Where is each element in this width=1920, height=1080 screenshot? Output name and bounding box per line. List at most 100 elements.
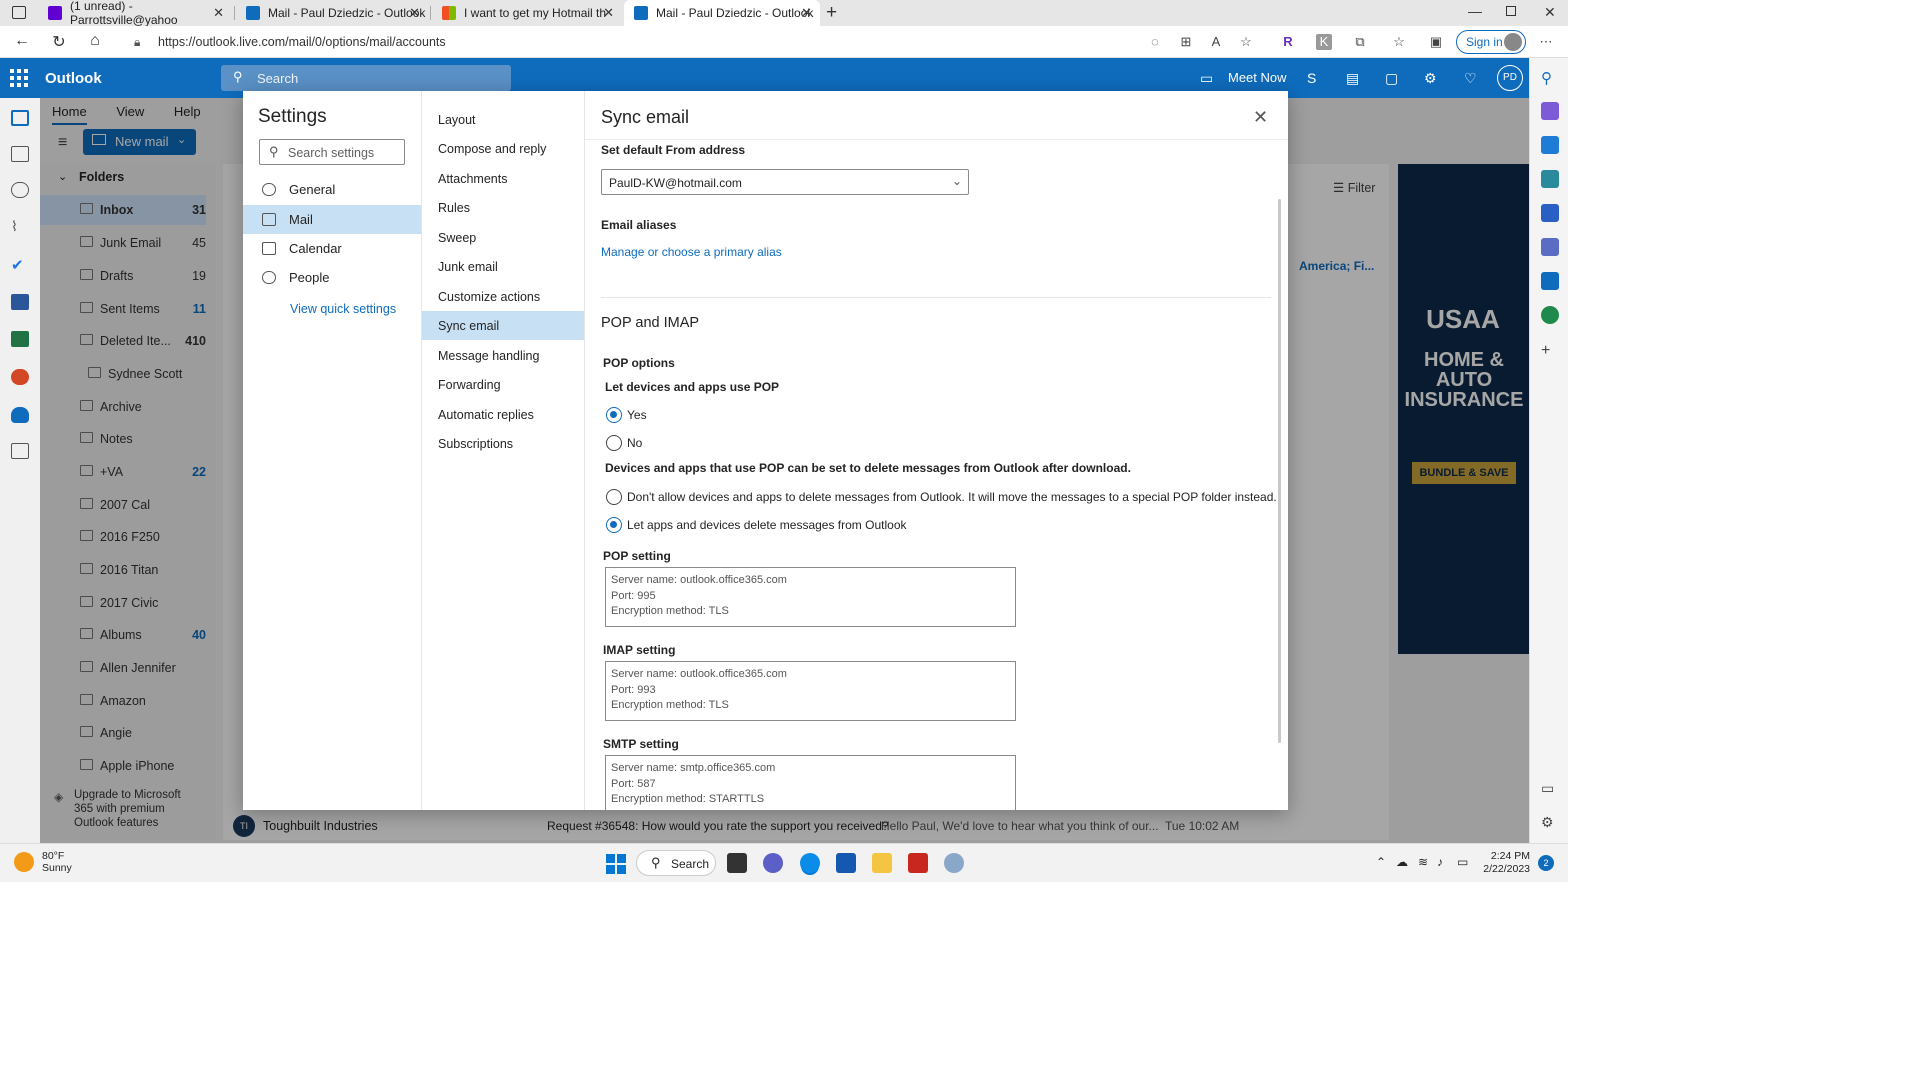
sidebar-hide-icon[interactable]: ▭ — [1541, 780, 1559, 798]
pop-yes-radio[interactable] — [606, 407, 622, 423]
allow-delete-radio[interactable] — [606, 517, 622, 533]
settings-category-mail[interactable]: Mail — [243, 205, 421, 234]
sidebar-tree-icon[interactable] — [1541, 306, 1559, 324]
account-avatar[interactable]: PD — [1497, 65, 1523, 91]
battery-icon[interactable]: ▭ — [1457, 855, 1468, 869]
mail-app-icon[interactable] — [11, 110, 29, 126]
my-day-icon[interactable]: ▢ — [1385, 70, 1398, 87]
close-icon[interactable]: ✕ — [1253, 107, 1268, 128]
extensions-icon[interactable]: ⧉ — [1352, 34, 1368, 50]
chevron-up-icon[interactable]: ⌃ — [1376, 855, 1386, 869]
allow-delete-label[interactable]: Let apps and devices delete messages fro… — [627, 518, 907, 532]
meet-now-button[interactable]: Meet Now — [1228, 70, 1287, 85]
onedrive-app-icon[interactable] — [11, 407, 29, 423]
settings-search-input[interactable]: ⚲ Search settings — [259, 139, 405, 165]
cloud-icon[interactable]: ☁ — [1396, 855, 1408, 869]
nav-message-handling[interactable]: Message handling — [422, 341, 584, 370]
teams-chat-icon[interactable] — [763, 853, 783, 873]
favorites-icon[interactable]: ☆ — [1391, 34, 1407, 50]
extension-r-icon[interactable]: R — [1280, 34, 1296, 50]
nav-junk-email[interactable]: Junk email — [422, 252, 584, 281]
home-icon[interactable]: ⌂ — [84, 32, 106, 50]
more-options-icon[interactable]: ⋯ — [1538, 34, 1554, 50]
close-tab-icon[interactable]: ✕ — [801, 5, 812, 21]
refresh-icon[interactable]: ↻ — [48, 32, 70, 52]
collections-icon[interactable]: ▣ — [1428, 34, 1444, 50]
sidebar-settings-icon[interactable]: ⚙ — [1541, 814, 1559, 832]
settings-category-people[interactable]: People — [243, 263, 421, 292]
manage-alias-link[interactable]: Manage or choose a primary alias — [601, 245, 782, 259]
files-app-icon[interactable]: ⌇ — [11, 218, 29, 234]
nav-subscriptions[interactable]: Subscriptions — [422, 429, 584, 458]
app-title[interactable]: Outlook — [45, 70, 102, 87]
imap-setting-box[interactable]: Server name: outlook.office365.com Port:… — [605, 661, 1016, 721]
pop-yes-label[interactable]: Yes — [627, 408, 647, 422]
skype-icon[interactable]: S — [1307, 70, 1316, 86]
lock-icon[interactable]: 🔒︎ — [134, 35, 140, 50]
settings-gear-icon[interactable]: ⚙ — [1424, 70, 1437, 87]
nav-sweep[interactable]: Sweep — [422, 223, 584, 252]
volume-icon[interactable]: ♪ — [1437, 855, 1443, 869]
store-icon[interactable] — [836, 853, 856, 873]
notification-badge[interactable]: 2 — [1538, 855, 1554, 871]
close-tab-icon[interactable]: ✕ — [409, 5, 420, 21]
word-app-icon[interactable] — [11, 294, 29, 310]
app-launcher-icon[interactable] — [10, 69, 28, 87]
read-aloud-icon[interactable]: A — [1208, 34, 1224, 50]
start-button[interactable] — [606, 854, 626, 874]
nav-compose-reply[interactable]: Compose and reply — [422, 134, 584, 163]
powerpoint-app-icon[interactable] — [11, 369, 29, 385]
file-explorer-icon[interactable] — [872, 853, 892, 873]
weather-sun-icon[interactable] — [14, 852, 34, 872]
smtp-setting-box[interactable]: Server name: smtp.office365.com Port: 58… — [605, 755, 1016, 811]
pop-setting-box[interactable]: Server name: outlook.office365.com Port:… — [605, 567, 1016, 627]
todo-app-icon[interactable]: ✔ — [11, 256, 29, 274]
sidebar-office-icon[interactable] — [1541, 238, 1559, 256]
close-window-icon[interactable]: ✕ — [1544, 4, 1556, 21]
nav-layout[interactable]: Layout — [422, 105, 584, 134]
excel-app-icon[interactable] — [11, 331, 29, 347]
calendar-app-icon[interactable] — [11, 146, 29, 162]
browser-tab-outlook-1[interactable]: Mail - Paul Dziedzic - Outlook ✕ — [236, 0, 428, 26]
people-app-icon[interactable] — [11, 182, 29, 198]
nav-forwarding[interactable]: Forwarding — [422, 370, 584, 399]
nav-sync-email[interactable]: Sync email — [422, 311, 584, 340]
new-tab-icon[interactable]: + — [826, 2, 837, 24]
extension-k-icon[interactable]: K — [1316, 34, 1332, 50]
sign-in-button[interactable]: Sign in — [1456, 30, 1526, 54]
sidebar-add-icon[interactable]: + — [1541, 342, 1559, 360]
back-icon[interactable]: ← — [11, 32, 33, 50]
teams-icon[interactable]: ▤ — [1346, 70, 1359, 87]
sidebar-search-icon[interactable]: ⚲ — [1541, 69, 1559, 87]
favorite-add-icon[interactable]: ☆ — [1238, 34, 1254, 50]
sidebar-copilot-icon[interactable] — [1541, 102, 1559, 120]
tips-lightbulb-icon[interactable]: ♡ — [1464, 70, 1477, 87]
taskbar-search[interactable]: ⚲ Search — [636, 850, 716, 876]
sidebar-shopping-icon[interactable] — [1541, 136, 1559, 154]
panel-scrollbar[interactable] — [1278, 199, 1281, 743]
default-from-dropdown[interactable]: PaulD-KW@hotmail.com ⌄ — [601, 169, 969, 195]
app-icon[interactable] — [944, 853, 964, 873]
weather-widget[interactable]: 80°F Sunny — [42, 850, 72, 874]
nav-customize-actions[interactable]: Customize actions — [422, 282, 584, 311]
settings-category-general[interactable]: General — [243, 175, 421, 204]
pop-no-radio[interactable] — [606, 435, 622, 451]
more-apps-icon[interactable] — [11, 443, 29, 459]
task-view-icon[interactable] — [727, 853, 747, 873]
mail-search-input[interactable]: ⚲ Search — [221, 65, 511, 91]
nav-rules[interactable]: Rules — [422, 193, 584, 222]
sidebar-tools-icon[interactable] — [1541, 170, 1559, 188]
nav-automatic-replies[interactable]: Automatic replies — [422, 400, 584, 429]
view-quick-settings-link[interactable]: View quick settings — [290, 302, 396, 316]
dont-allow-delete-radio[interactable] — [606, 489, 622, 505]
nav-attachments[interactable]: Attachments — [422, 164, 584, 193]
settings-category-calendar[interactable]: Calendar — [243, 234, 421, 263]
minimize-icon[interactable]: — — [1468, 3, 1482, 19]
video-icon[interactable]: ▭ — [1200, 70, 1213, 87]
wifi-icon[interactable]: ≋ — [1418, 855, 1428, 869]
dont-allow-delete-label[interactable]: Don't allow devices and apps to delete m… — [627, 490, 1277, 504]
browser-tab-outlook-active[interactable]: Mail - Paul Dziedzic - Outlook ✕ — [624, 0, 820, 26]
sidebar-outlook-icon[interactable] — [1541, 272, 1559, 290]
restore-icon[interactable] — [1506, 6, 1516, 16]
app-available-icon[interactable]: ⊞ — [1178, 34, 1194, 50]
